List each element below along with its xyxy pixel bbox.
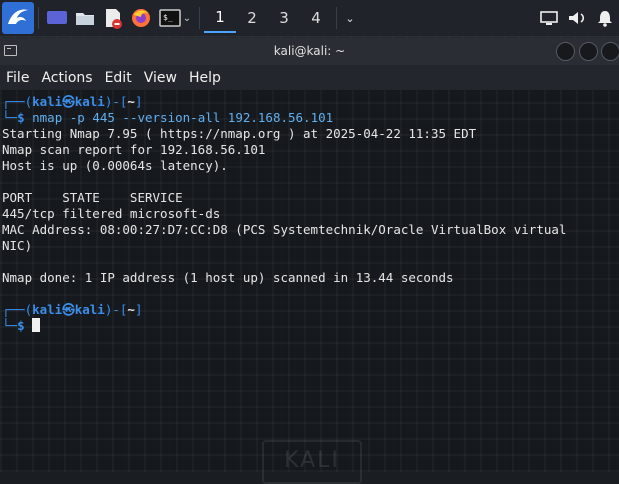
prompt-dir: ~ bbox=[127, 94, 135, 109]
prompt-host: kali bbox=[74, 94, 105, 109]
output-line: NIC) bbox=[2, 238, 33, 253]
terminal-icon[interactable]: $_ ⌄ bbox=[155, 3, 195, 33]
display-icon[interactable] bbox=[535, 3, 563, 33]
window-titlebar[interactable]: kali@kali: ~ bbox=[0, 38, 619, 65]
prompt-host: kali bbox=[74, 302, 105, 317]
text-editor-icon[interactable] bbox=[99, 3, 127, 33]
minimize-button[interactable] bbox=[556, 42, 575, 61]
command-text: nmap -p 445 --version-all 192.168.56.101 bbox=[32, 110, 334, 125]
output-line: MAC Address: 08:00:27:D7:CC:D8 (PCS Syst… bbox=[2, 222, 567, 237]
prompt-line: ┌──(kali㉿kali)-[~] bbox=[2, 302, 143, 317]
notification-icon[interactable] bbox=[591, 3, 619, 33]
kali-dragon-icon[interactable] bbox=[2, 2, 34, 34]
window-title: kali@kali: ~ bbox=[273, 44, 346, 58]
panel-separator bbox=[336, 7, 337, 29]
panel-separator bbox=[199, 7, 200, 29]
prompt-dir: ~ bbox=[127, 302, 135, 317]
menu-help[interactable]: Help bbox=[183, 70, 227, 86]
prompt-line: ┌──(kali㉿kali)-[~] bbox=[2, 94, 143, 109]
top-panel: $_ ⌄ 1 2 3 4 ⌄ bbox=[0, 0, 619, 37]
output-line: PORT STATE SERVICE bbox=[2, 190, 183, 205]
workspace-2[interactable]: 2 bbox=[236, 3, 268, 33]
text-cursor bbox=[32, 318, 41, 332]
system-tray bbox=[535, 3, 619, 33]
output-line: Nmap done: 1 IP address (1 host up) scan… bbox=[2, 270, 454, 285]
output-line: Nmap scan report for 192.168.56.101 bbox=[2, 142, 266, 157]
menu-actions[interactable]: Actions bbox=[35, 70, 98, 86]
desktop-icon[interactable] bbox=[43, 3, 71, 33]
workspace-1[interactable]: 1 bbox=[204, 3, 236, 33]
chevron-down-icon[interactable]: ⌄ bbox=[183, 13, 191, 24]
files-icon[interactable] bbox=[71, 3, 99, 33]
workspace-4[interactable]: 4 bbox=[300, 3, 332, 33]
output-line: Host is up (0.00064s latency). bbox=[2, 158, 228, 173]
volume-icon[interactable] bbox=[563, 3, 591, 33]
menu-view[interactable]: View bbox=[138, 70, 183, 86]
workspace-3[interactable]: 3 bbox=[268, 3, 300, 33]
svg-text:$_: $_ bbox=[163, 13, 173, 22]
kali-watermark: KALI bbox=[262, 440, 362, 484]
output-line: Starting Nmap 7.95 ( https://nmap.org ) … bbox=[2, 126, 477, 141]
output-line: 445/tcp filtered microsoft-ds bbox=[2, 206, 221, 221]
menu-bar: File Actions Edit View Help bbox=[0, 65, 619, 90]
terminal-window: kali@kali: ~ File Actions Edit View Help… bbox=[0, 38, 619, 484]
maximize-button[interactable] bbox=[579, 42, 598, 61]
chevron-down-icon[interactable]: ⌄ bbox=[341, 3, 359, 33]
input-line[interactable]: └─$ bbox=[2, 318, 619, 334]
terminal-output[interactable]: KALI ┌──(kali㉿kali)-[~] └─$ nmap -p 445 … bbox=[0, 90, 619, 484]
menu-file[interactable]: File bbox=[0, 70, 35, 86]
close-button[interactable] bbox=[601, 42, 619, 61]
menu-edit[interactable]: Edit bbox=[99, 70, 138, 86]
command-line: └─$ nmap -p 445 --version-all 192.168.56… bbox=[2, 110, 334, 125]
prompt-user: kali bbox=[32, 94, 63, 109]
firefox-icon[interactable] bbox=[127, 3, 155, 33]
prompt-user: kali bbox=[32, 302, 63, 317]
panel-separator bbox=[38, 7, 39, 29]
